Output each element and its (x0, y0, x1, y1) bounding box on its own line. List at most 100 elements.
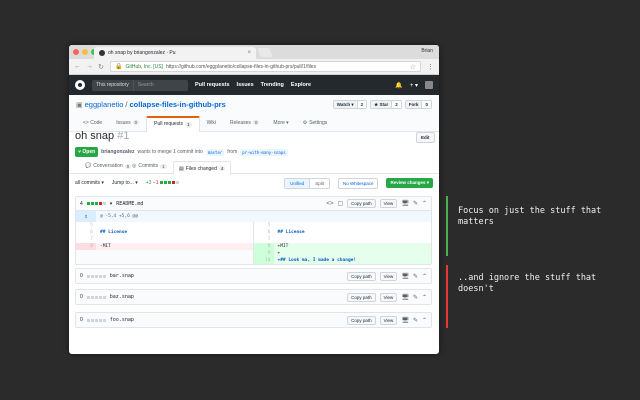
code-view-icon[interactable]: <> (326, 201, 333, 207)
watch-label: Watch ▾ (333, 101, 357, 108)
repo-name-link[interactable]: collapse-files-in-github-prs (130, 100, 226, 109)
file-diffstat-bar (86, 295, 106, 299)
line-number[interactable]: 6 (254, 229, 274, 236)
jump-to-dropdown[interactable]: Jump to... ▾ (112, 180, 138, 186)
github-logo-icon[interactable] (75, 80, 85, 90)
close-window-button[interactable] (73, 49, 79, 55)
line-number[interactable]: 7 (76, 236, 96, 243)
tab-settings[interactable]: ⚙ Settings (296, 116, 335, 131)
tab-more[interactable]: More ▾ (266, 116, 295, 131)
file-name[interactable]: foo.snap (110, 317, 134, 323)
review-changes-button[interactable]: Review changes ▾ (386, 178, 433, 188)
expand-up-icon[interactable]: ⌃ (422, 317, 427, 324)
browser-menu-icon[interactable]: ⋮ (427, 63, 434, 71)
desktop-icon[interactable]: 🖥 (401, 294, 409, 301)
edit-pencil-icon[interactable]: ✎ (413, 273, 418, 280)
line-number[interactable]: 8 (253, 243, 274, 250)
copy-path-button[interactable]: Copy path (347, 292, 376, 302)
browser-tab[interactable]: oh snap by briangonzalez · Pu × (94, 47, 256, 59)
line-number[interactable]: 10 (253, 257, 274, 264)
back-icon[interactable]: ← (74, 63, 81, 70)
line-code: +MIT (277, 244, 289, 249)
edit-pencil-icon[interactable]: ✎ (413, 317, 418, 324)
tab-pull-requests[interactable]: Pull requests 1 (146, 116, 200, 132)
expand-icon[interactable]: ⇕ (76, 211, 96, 222)
star-button[interactable]: ★ Star 2 (370, 100, 402, 109)
address-bar[interactable]: 🔒 GitHub, Inc. [US] https://github.com/e… (110, 61, 421, 72)
diffstat-bar (159, 181, 179, 184)
fork-button[interactable]: Fork 0 (404, 100, 432, 109)
lock-icon: 🔒 (115, 64, 123, 70)
line-number[interactable]: 6 (76, 229, 96, 236)
head-branch[interactable]: pr-with-many-snaps (240, 148, 288, 156)
desktop-icon[interactable]: 🖥 (401, 200, 409, 207)
search-scope: This repository (92, 79, 134, 91)
rich-diff-icon[interactable]: ▢ (337, 200, 343, 207)
base-branch[interactable]: master (205, 148, 225, 156)
collapse-chevron-icon[interactable]: ▾ (110, 201, 113, 207)
repo-title: ▣ eggplanetio / collapse-files-in-github… (76, 100, 226, 109)
tab-issues[interactable]: Issues 0 (109, 116, 146, 131)
search-box[interactable]: This repository Search (92, 79, 188, 91)
diff-line-added: 9 + (253, 250, 431, 257)
line-number[interactable]: 5 (254, 222, 274, 229)
nav-trending[interactable]: Trending (261, 82, 284, 88)
pr-meta: ⑂ Open briangonzalez wants to merge 1 co… (75, 147, 288, 157)
edit-pencil-icon[interactable]: ✎ (413, 294, 418, 301)
deletions-count: −1 (152, 180, 159, 186)
desktop-icon[interactable]: 🖥 (401, 273, 409, 280)
all-commits-dropdown[interactable]: all commits ▾ (75, 180, 104, 186)
copy-path-button[interactable]: Copy path (347, 199, 376, 208)
nav-issues[interactable]: Issues (237, 82, 254, 88)
expand-up-icon[interactable]: ⌃ (422, 273, 427, 280)
line-number[interactable]: 5 (76, 222, 96, 229)
notifications-bell-icon[interactable]: 🔔 (395, 82, 402, 89)
view-file-button[interactable]: View (379, 271, 398, 281)
file-name[interactable]: bar.snap (110, 273, 134, 279)
nav-explore[interactable]: Explore (291, 82, 311, 88)
view-file-button[interactable]: View (379, 292, 398, 302)
minimize-window-button[interactable] (82, 49, 88, 55)
avatar[interactable] (425, 81, 433, 89)
no-whitespace-button[interactable]: No Whitespace (337, 177, 379, 189)
commit-icon: ◎ (132, 163, 137, 169)
line-number[interactable]: 7 (254, 236, 274, 243)
view-file-button[interactable]: View (379, 315, 398, 325)
tab-conversation[interactable]: 💬 Conversation 0 (85, 163, 132, 169)
nav-pull-requests[interactable]: Pull requests (195, 82, 230, 88)
split-button[interactable]: Split (309, 178, 329, 188)
tab-conversation-label: Conversation (93, 163, 123, 169)
copy-path-button[interactable]: Copy path (347, 271, 376, 281)
tab-wiki[interactable]: Wiki (200, 116, 223, 131)
forward-icon[interactable]: → (86, 63, 93, 70)
watch-button[interactable]: Watch ▾ 2 (332, 100, 368, 109)
file-name[interactable]: README.md (116, 201, 143, 207)
desktop-icon[interactable]: 🖥 (401, 317, 409, 324)
tab-files-changed[interactable]: ▤ Files changed 4 (173, 161, 232, 175)
expand-up-icon[interactable]: ⌃ (422, 294, 427, 301)
unified-button[interactable]: Unified (285, 178, 310, 188)
browser-profile[interactable]: Brian (421, 48, 433, 54)
collapse-up-icon[interactable]: ⌃ (422, 200, 427, 207)
reload-icon[interactable]: ↻ (98, 63, 104, 71)
view-file-button[interactable]: View (379, 199, 398, 208)
diff-right: 5 6 ## License 7 8 +MIT 9 + 10 +## Look ma, … (253, 222, 431, 264)
line-number[interactable]: 9 (253, 250, 274, 257)
search-input[interactable]: Search (134, 82, 158, 88)
create-new-plus-icon[interactable]: + ▾ (410, 82, 418, 89)
line-number[interactable]: 8 (76, 243, 96, 250)
new-tab-button[interactable] (257, 48, 273, 57)
bookmark-star-icon[interactable]: ☆ (410, 63, 416, 71)
tab-releases[interactable]: Releases 0 (223, 116, 266, 131)
pr-author-link[interactable]: briangonzalez (101, 149, 134, 155)
diff-stats: +3 −1 (146, 180, 179, 186)
tab-code[interactable]: <> Code (76, 116, 109, 131)
close-tab-icon[interactable]: × (247, 50, 251, 56)
copy-path-button[interactable]: Copy path (347, 315, 376, 325)
tab-commits[interactable]: ◎ Commits 1 (132, 163, 167, 169)
tab-files-changed-count: 4 (218, 166, 226, 171)
edit-button[interactable]: Edit (416, 132, 435, 143)
repo-owner-link[interactable]: eggplanetio (85, 100, 124, 109)
file-name[interactable]: baz.snap (110, 294, 134, 300)
edit-pencil-icon[interactable]: ✎ (413, 200, 418, 207)
